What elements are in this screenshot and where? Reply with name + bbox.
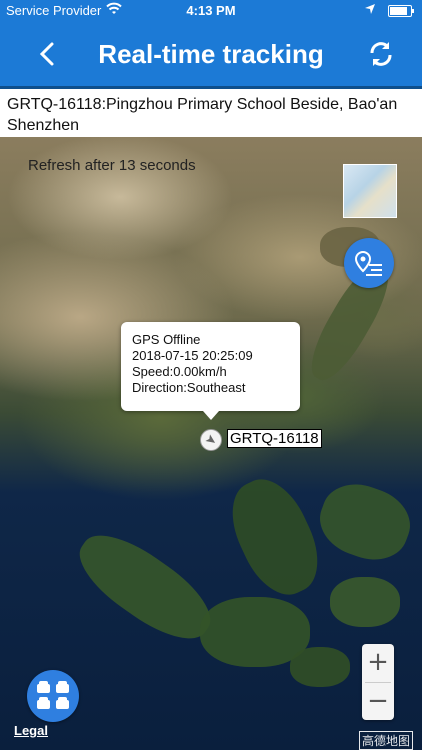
land-shape [310, 473, 420, 571]
vehicle-address: GRTQ-16118:Pingzhou Primary School Besid… [0, 89, 422, 137]
battery-icon [388, 5, 414, 17]
refresh-icon [370, 42, 392, 66]
route-list-button[interactable] [344, 238, 394, 288]
vehicle-direction: Direction:Southeast [132, 380, 246, 395]
vehicles-icon [37, 681, 69, 709]
zoom-control: + − [362, 644, 394, 720]
vehicle-info-popup[interactable]: GPS Offline 2018-07-15 20:25:09 Speed:0.… [121, 322, 300, 420]
land-shape [217, 467, 333, 607]
map-layer-thumbnail[interactable] [343, 164, 397, 218]
gps-status: GPS Offline [132, 332, 201, 347]
route-list-icon [354, 250, 382, 276]
status-bar: Service Provider 4:13 PM [0, 0, 422, 22]
land-shape [330, 577, 400, 627]
vehicle-marker[interactable] [200, 429, 222, 451]
vehicle-label: GRTQ-16118 [227, 429, 322, 448]
location-arrow-icon [364, 3, 376, 18]
direction-arrow-icon [205, 434, 216, 443]
map-provider-logo: 高德地图 [359, 731, 414, 750]
zoom-in-button[interactable]: + [362, 644, 394, 681]
clock: 4:13 PM [186, 3, 236, 18]
vehicle-speed: Speed:0.00km/h [132, 364, 227, 379]
land-shape [290, 647, 350, 687]
refresh-countdown: Refresh after 13 seconds [28, 157, 196, 174]
legal-link[interactable]: Legal [14, 723, 48, 738]
last-update-time: 2018-07-15 20:25:09 [132, 348, 253, 363]
map-view[interactable]: Refresh after 13 seconds GPS Offline 201… [0, 137, 422, 750]
zoom-out-button[interactable]: − [362, 683, 394, 720]
refresh-button[interactable] [366, 39, 396, 69]
page-title: Real-time tracking [98, 39, 324, 69]
nav-bar: Real-time tracking [0, 22, 422, 86]
vehicles-button[interactable] [27, 670, 79, 722]
